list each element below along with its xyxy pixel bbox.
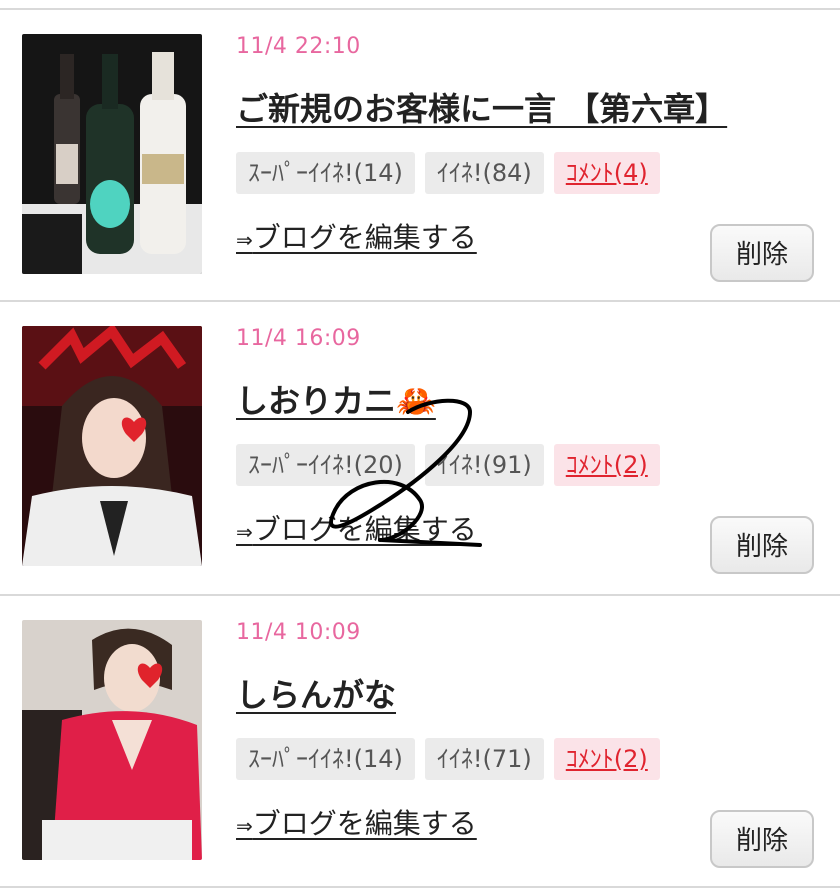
post-time: 11/4 10:09 [236,620,361,645]
comment-link[interactable]: ｺﾒﾝﾄ(4) [553,152,660,194]
edit-blog-link[interactable]: ⇒ブログを編集する [236,802,477,842]
blog-post: 11/4 10:09 しらんがな ｽｰﾊﾟｰｲｲﾈ!(14) ｲｲﾈ!(71) … [0,596,840,888]
post-thumbnail[interactable] [22,34,202,274]
arrow-icon: ⇒ [236,520,253,544]
like-count: ｲｲﾈ!(84) [424,152,544,194]
edit-blog-label: ブログを編集する [252,221,477,254]
edit-blog-label: ブログを編集する [252,513,477,546]
edit-blog-link[interactable]: ⇒ブログを編集する [236,216,477,256]
super-like-count: ｽｰﾊﾟｰｲｲﾈ!(20) [236,444,415,486]
post-title-link[interactable]: しおりカニ🦀 [236,376,436,422]
comment-link[interactable]: ｺﾒﾝﾄ(2) [553,738,660,780]
reaction-badges: ｽｰﾊﾟｰｲｲﾈ!(20) ｲｲﾈ!(91) ｺﾒﾝﾄ(2) [236,444,660,486]
blog-post: 11/4 22:10 ご新規のお客様に一言 【第六章】 ｽｰﾊﾟｰｲｲﾈ!(14… [0,10,840,302]
post-time: 11/4 22:10 [236,34,361,59]
delete-button[interactable]: 削除 [710,516,814,574]
arrow-icon: ⇒ [236,228,253,252]
divider [0,886,840,888]
reaction-badges: ｽｰﾊﾟｰｲｲﾈ!(14) ｲｲﾈ!(84) ｺﾒﾝﾄ(4) [236,152,660,194]
blog-post: 11/4 16:09 しおりカニ🦀 ｽｰﾊﾟｰｲｲﾈ!(20) ｲｲﾈ!(91)… [0,302,840,594]
post-thumbnail[interactable] [22,620,202,860]
like-count: ｲｲﾈ!(71) [424,738,544,780]
delete-button[interactable]: 削除 [710,224,814,282]
reaction-badges: ｽｰﾊﾟｰｲｲﾈ!(14) ｲｲﾈ!(71) ｺﾒﾝﾄ(2) [236,738,660,780]
super-like-count: ｽｰﾊﾟｰｲｲﾈ!(14) [236,152,415,194]
arrow-icon: ⇒ [236,814,253,838]
post-thumbnail[interactable] [22,326,202,566]
post-time: 11/4 16:09 [236,326,361,351]
like-count: ｲｲﾈ!(91) [424,444,544,486]
post-title-link[interactable]: しらんがな [236,670,396,716]
edit-blog-link[interactable]: ⇒ブログを編集する [236,508,477,548]
comment-link[interactable]: ｺﾒﾝﾄ(2) [553,444,660,486]
super-like-count: ｽｰﾊﾟｰｲｲﾈ!(14) [236,738,415,780]
edit-blog-label: ブログを編集する [252,807,477,840]
blog-post-list: 11/4 22:10 ご新規のお客様に一言 【第六章】 ｽｰﾊﾟｰｲｲﾈ!(14… [0,0,840,892]
post-title-link[interactable]: ご新規のお客様に一言 【第六章】 [236,84,727,130]
delete-button[interactable]: 削除 [710,810,814,868]
